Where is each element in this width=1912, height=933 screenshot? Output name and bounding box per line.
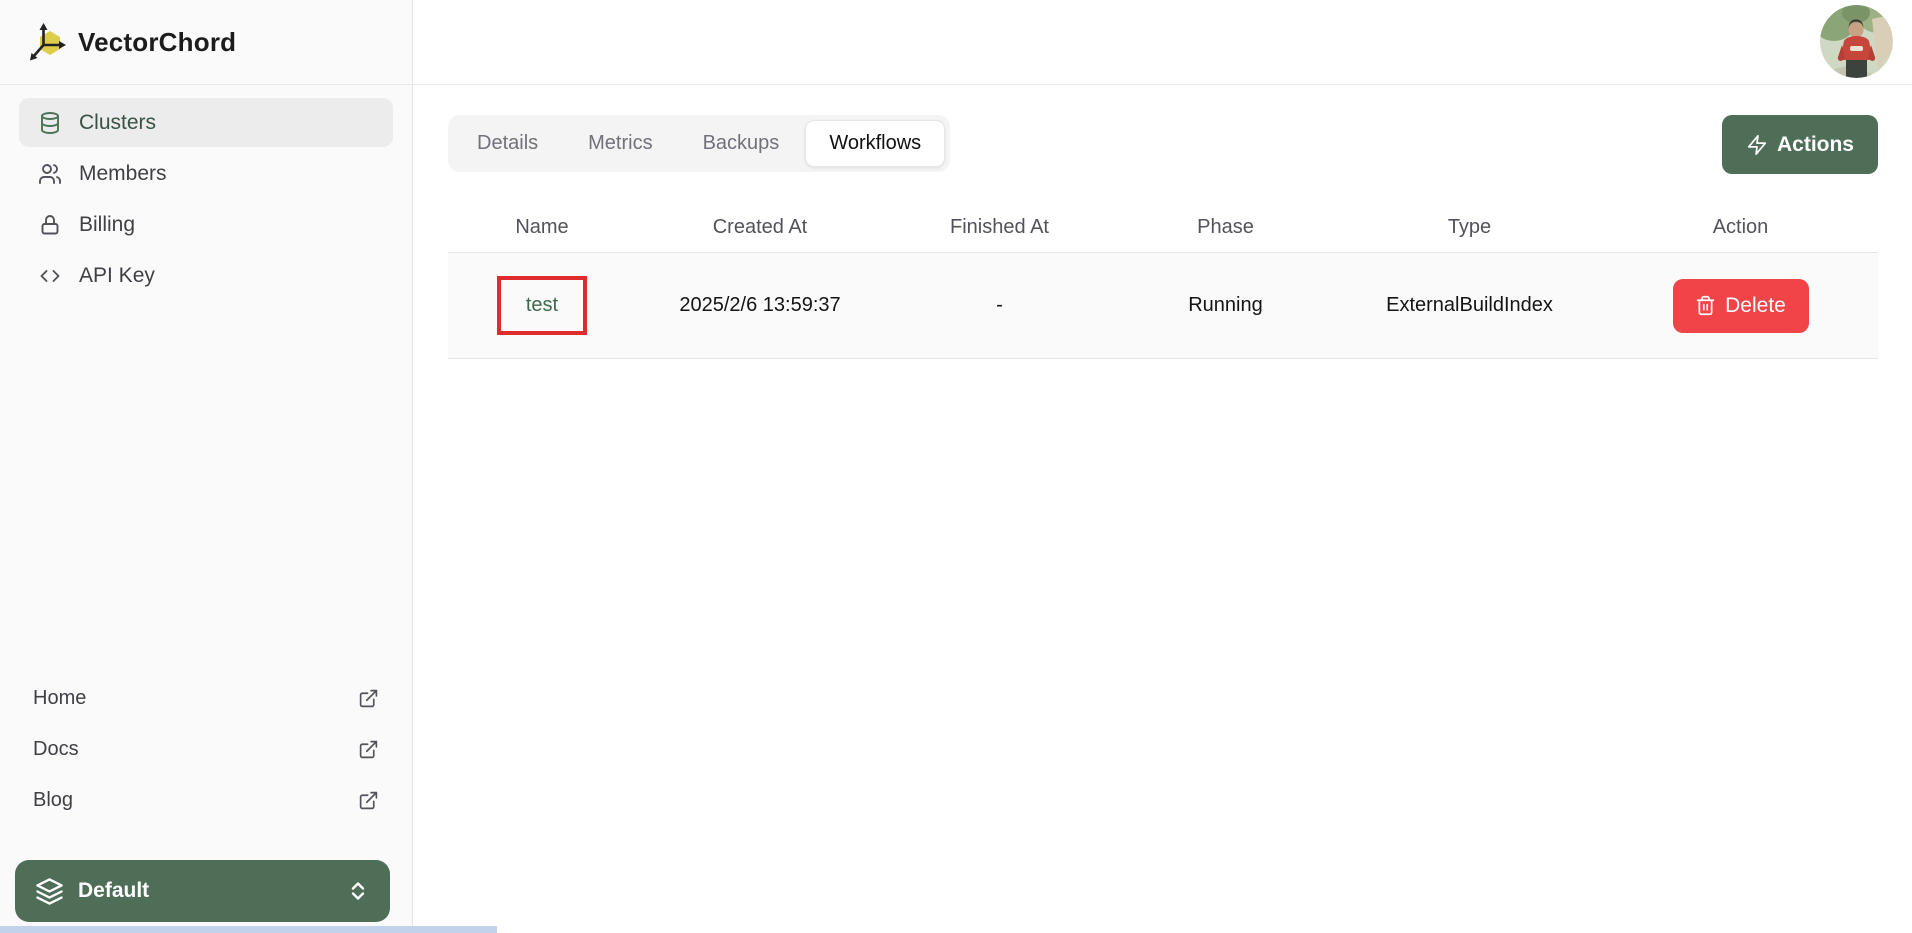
sidebar-link-label: Docs	[33, 738, 79, 761]
sidebar-nav: Clusters Members	[0, 85, 412, 302]
sidebar-link-docs[interactable]: Docs	[19, 724, 393, 775]
workspace-name: Default	[78, 879, 149, 903]
column-header-created-at: Created At	[636, 216, 884, 239]
tab-bar: Details Metrics Backups Workflows	[448, 115, 950, 172]
tab-backups[interactable]: Backups	[679, 120, 804, 167]
sidebar-item-members[interactable]: Members	[19, 149, 393, 198]
delete-button[interactable]: Delete	[1673, 279, 1809, 333]
sidebar-logo[interactable]: VectorChord	[0, 0, 412, 85]
sidebar-item-clusters[interactable]: Clusters	[19, 98, 393, 147]
cluster-detail-content: Details Metrics Backups Workflows Action…	[413, 85, 1912, 359]
workflow-name-cell: test	[448, 276, 636, 335]
sidebar-link-label: Home	[33, 687, 86, 710]
main-area: Details Metrics Backups Workflows Action…	[413, 0, 1912, 933]
lock-icon	[38, 213, 62, 237]
sidebar-item-label: API Key	[79, 264, 155, 288]
action-cell: Delete	[1603, 279, 1878, 333]
column-header-name: Name	[448, 216, 636, 239]
code-icon	[38, 264, 62, 288]
finished-at-cell: -	[884, 294, 1115, 317]
sidebar-item-label: Clusters	[79, 111, 156, 135]
column-header-finished-at: Finished At	[884, 216, 1115, 239]
column-header-action: Action	[1603, 216, 1878, 239]
table-row: test 2025/2/6 13:59:37 - Running Externa…	[448, 252, 1878, 359]
sidebar-item-label: Members	[79, 162, 167, 186]
topbar	[413, 0, 1912, 85]
workspace-switcher-button[interactable]: Default	[15, 860, 390, 922]
phase-cell: Running	[1115, 294, 1336, 317]
sidebar-link-home[interactable]: Home	[19, 673, 393, 724]
column-header-phase: Phase	[1115, 216, 1336, 239]
trash-icon	[1695, 295, 1716, 316]
sidebar-footer-links: Home Docs	[0, 673, 412, 826]
vectorchord-cube-axes-icon	[26, 20, 70, 64]
app-window: VectorChord Clusters	[0, 0, 1912, 933]
layers-icon	[35, 877, 64, 906]
app-title: VectorChord	[78, 27, 236, 58]
workflows-table: Name Created At Finished At Phase Type A…	[448, 202, 1878, 359]
actions-button-label: Actions	[1777, 133, 1854, 157]
column-header-type: Type	[1336, 216, 1603, 239]
database-icon	[38, 111, 62, 135]
external-link-icon	[358, 739, 379, 760]
delete-button-label: Delete	[1725, 294, 1786, 318]
external-link-icon	[358, 688, 379, 709]
sidebar-link-blog[interactable]: Blog	[19, 775, 393, 826]
external-link-icon	[358, 790, 379, 811]
sidebar-item-billing[interactable]: Billing	[19, 200, 393, 249]
actions-button[interactable]: Actions	[1722, 115, 1878, 174]
tab-metrics[interactable]: Metrics	[564, 120, 676, 167]
users-icon	[38, 162, 62, 186]
toolbar: Details Metrics Backups Workflows Action…	[448, 115, 1878, 174]
workflow-name-link[interactable]: test	[526, 294, 558, 317]
tab-workflows[interactable]: Workflows	[805, 120, 945, 167]
table-header-row: Name Created At Finished At Phase Type A…	[448, 202, 1878, 252]
created-at-cell: 2025/2/6 13:59:37	[636, 294, 884, 317]
type-cell: ExternalBuildIndex	[1336, 294, 1603, 317]
zap-icon	[1746, 134, 1768, 156]
tab-details[interactable]: Details	[453, 120, 562, 167]
chevrons-up-down-icon	[346, 879, 370, 903]
sidebar-item-api-key[interactable]: API Key	[19, 251, 393, 300]
sidebar: VectorChord Clusters	[0, 0, 413, 933]
user-avatar[interactable]	[1820, 5, 1893, 78]
sidebar-item-label: Billing	[79, 213, 135, 237]
red-highlight-annotation: test	[497, 276, 587, 335]
sidebar-link-label: Blog	[33, 789, 73, 812]
horizontal-scrollbar[interactable]	[0, 926, 497, 933]
